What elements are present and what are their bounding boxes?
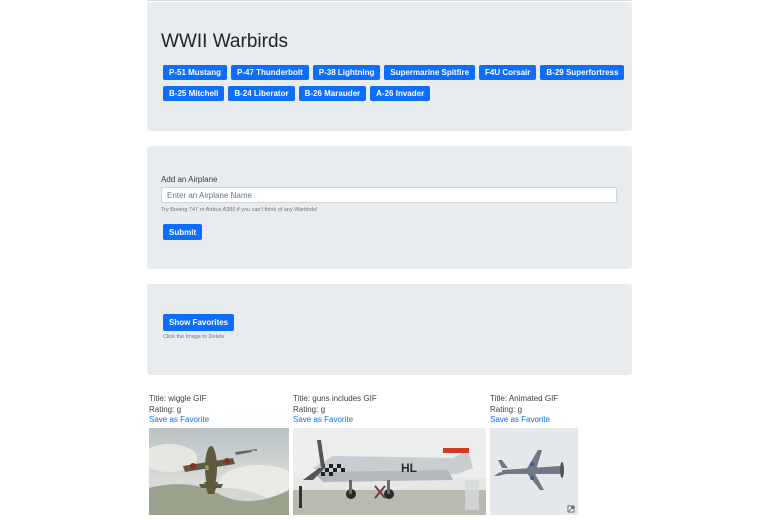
warbird-button-p-47-thunderbolt[interactable]: P-47 Thunderbolt <box>231 65 309 80</box>
save-favorite-link[interactable]: Save as Favorite <box>490 415 558 426</box>
warbird-buttons-row-1: P-51 Mustang P-47 Thunderbolt P-38 Light… <box>163 65 625 80</box>
show-favorites-button[interactable]: Show Favorites <box>163 314 235 331</box>
warbirds-header-panel: WWII Warbirds P-51 Mustang P-47 Thunderb… <box>147 2 632 131</box>
svg-text:HL: HL <box>401 461 417 475</box>
save-favorite-link[interactable]: Save as Favorite <box>293 415 377 426</box>
gif-title: Title: wiggle GIF <box>149 394 207 403</box>
warbird-button-f4u-corsair[interactable]: F4U Corsair <box>479 65 537 80</box>
favorites-hint: Click the Image to Delete <box>163 334 225 340</box>
gif-image-guns[interactable]: HL <box>293 428 486 515</box>
add-airplane-hint: Try Boeing 747 or Airbus A380 if you can… <box>161 207 318 213</box>
warbird-buttons-row-2: B-25 Mitchell B-24 Liberator B-26 Maraud… <box>163 86 431 101</box>
save-favorite-link[interactable]: Save as Favorite <box>149 415 209 426</box>
submit-button[interactable]: Submit <box>163 224 203 240</box>
gif-card-info: Title: guns includes GIF Rating: g Save … <box>293 394 377 426</box>
gif-title: Title: Animated GIF <box>490 394 559 403</box>
top-divider <box>147 0 632 1</box>
page-title: WWII Warbirds <box>161 31 289 52</box>
svg-text:S: S <box>205 466 209 472</box>
gif-card-info: Title: Animated GIF Rating: g Save as Fa… <box>490 394 558 426</box>
warbird-button-b-25-mitchell[interactable]: B-25 Mitchell <box>163 86 225 101</box>
warbird-button-p-51-mustang[interactable]: P-51 Mustang <box>163 65 228 80</box>
warbird-button-p-38-lightning[interactable]: P-38 Lightning <box>312 65 381 80</box>
warbird-button-b-26-marauder[interactable]: B-26 Marauder <box>298 86 367 101</box>
add-airplane-panel: Add an Airplane Try Boeing 747 or Airbus… <box>147 146 632 269</box>
gif-image-wiggle[interactable]: S <box>149 428 289 515</box>
gif-rating: Rating: g <box>490 404 523 414</box>
warbird-button-b-29-superfortress[interactable]: B-29 Superfortress <box>540 65 625 80</box>
gif-card-info: Title: wiggle GIF Rating: g Save as Favo… <box>149 394 209 426</box>
gif-rating: Rating: g <box>149 404 182 414</box>
airplane-name-input[interactable] <box>161 187 617 203</box>
gif-title: Title: guns includes GIF <box>293 394 377 403</box>
warbird-button-supermarine-spitfire[interactable]: Supermarine Spitfire <box>384 65 476 80</box>
add-airplane-label: Add an Airplane <box>161 175 218 184</box>
warbird-button-b-24-liberator[interactable]: B-24 Liberator <box>228 86 295 101</box>
favorites-panel: Show Favorites Click the Image to Delete <box>147 284 632 375</box>
gif-rating: Rating: g <box>293 404 326 414</box>
gif-image-animated[interactable] <box>490 428 578 515</box>
warbird-button-a-26-invader[interactable]: A-26 Invader <box>370 86 431 101</box>
